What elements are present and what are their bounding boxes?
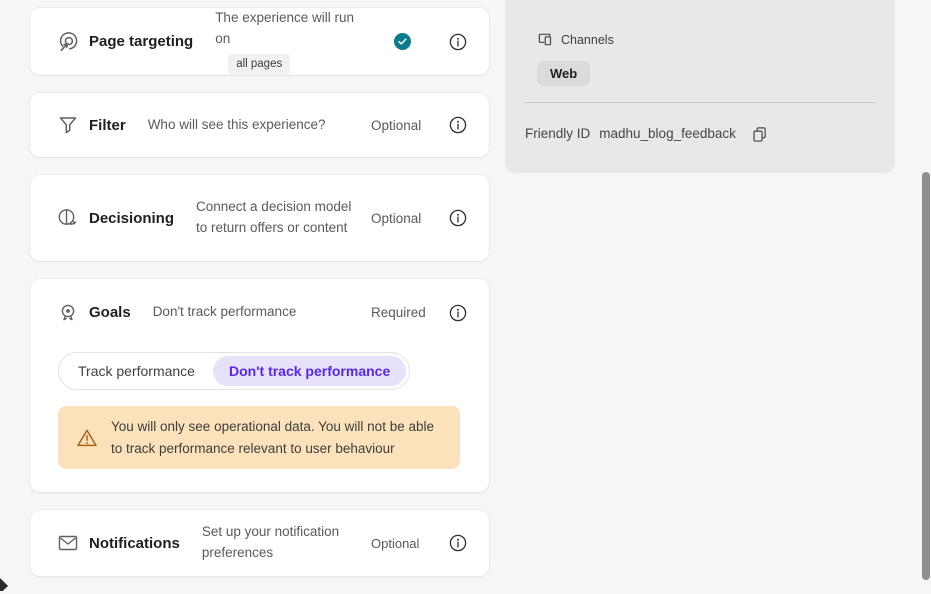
card-description: Connect a decision model to return offer… <box>196 197 371 239</box>
segment-dont-track-performance[interactable]: Don't track performance <box>213 356 406 386</box>
status-label: Optional <box>371 211 433 226</box>
page-targeting-icon <box>56 30 80 54</box>
channels-icon <box>537 31 554 48</box>
card-description: Set up your notification preferences <box>202 522 371 564</box>
info-icon[interactable] <box>449 116 467 134</box>
info-icon[interactable] <box>449 304 467 322</box>
card-filter[interactable]: Filter Who will see this experience? Opt… <box>30 93 489 157</box>
card-description: The experience will run on all pages <box>215 8 371 76</box>
card-notifications[interactable]: Notifications Set up your notification p… <box>30 510 489 576</box>
info-icon[interactable] <box>449 534 467 552</box>
notifications-icon <box>56 531 80 555</box>
status-label: Optional <box>371 118 433 133</box>
channels-row: Channels <box>537 31 895 48</box>
scrollbar-thumb[interactable] <box>922 172 930 580</box>
page: { "colors": { "check_badge": "#0b7d8a", … <box>0 0 931 591</box>
card-goals[interactable]: Goals Don't track performance Required T… <box>30 279 489 492</box>
card-title: Decisioning <box>89 210 174 227</box>
channels-label: Channels <box>561 33 614 47</box>
info-icon[interactable] <box>449 33 467 51</box>
performance-toggle: Track performance Don't track performanc… <box>58 352 410 390</box>
warning-icon <box>76 427 98 449</box>
warning-banner: You will only see operational data. You … <box>58 406 460 469</box>
copy-icon[interactable] <box>751 125 768 142</box>
card-title: Filter <box>89 117 126 134</box>
friendly-id-row: Friendly ID madhu_blog_feedback <box>525 125 895 142</box>
card-decisioning[interactable]: Decisioning Connect a decision model to … <box>30 175 489 261</box>
card-page-targeting[interactable]: Page targeting The experience will run o… <box>30 8 489 75</box>
channel-chip-web: Web <box>537 61 590 86</box>
friendly-id-label: Friendly ID <box>525 126 590 141</box>
mouse-cursor <box>0 578 9 591</box>
experience-summary-panel: Channels Web Friendly ID madhu_blog_feed… <box>505 0 895 173</box>
status-slot <box>371 33 433 50</box>
all-pages-chip: all pages <box>228 54 290 76</box>
decisioning-icon <box>56 206 80 230</box>
card-description: Don't track performance <box>153 302 371 323</box>
friendly-id-value: madhu_blog_feedback <box>599 126 736 141</box>
status-label: Required <box>371 305 433 320</box>
info-icon[interactable] <box>449 209 467 227</box>
card-description: Who will see this experience? <box>148 115 371 136</box>
card-title: Goals <box>89 304 131 321</box>
filter-icon <box>56 113 80 137</box>
segment-track-performance[interactable]: Track performance <box>62 356 211 386</box>
complete-check-badge <box>394 33 411 50</box>
experience-settings-list: Page targeting The experience will run o… <box>30 8 489 594</box>
card-title: Notifications <box>89 535 180 552</box>
divider <box>525 102 875 103</box>
goals-icon <box>56 301 80 325</box>
warning-text: You will only see operational data. You … <box>111 416 444 459</box>
card-title: Page targeting <box>89 33 193 50</box>
status-label: Optional <box>371 536 433 551</box>
